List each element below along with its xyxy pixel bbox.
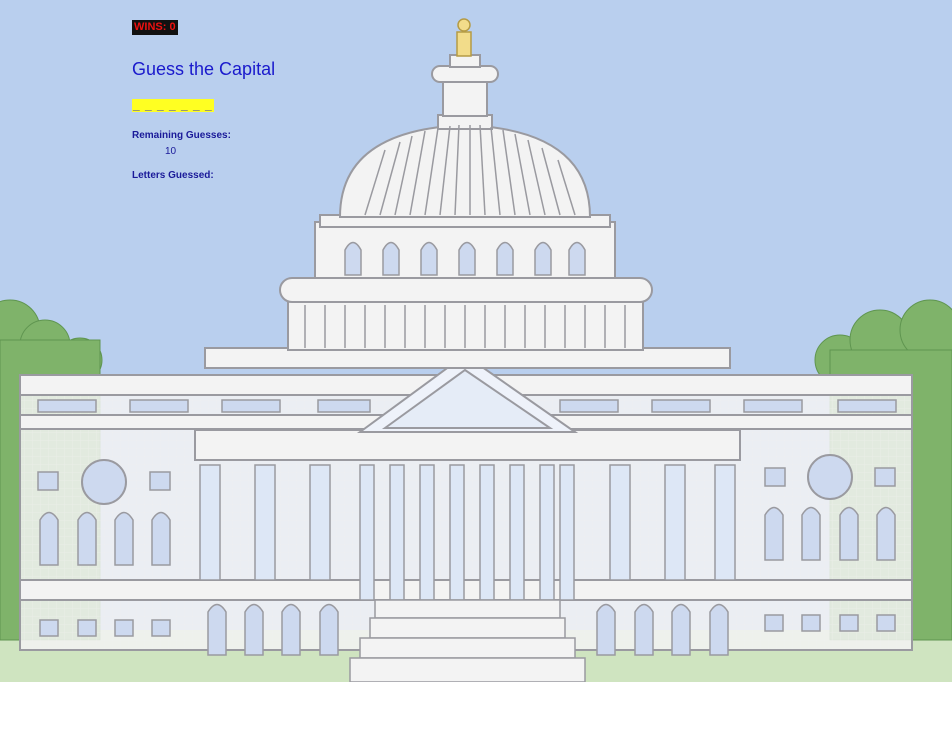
remaining-guesses-label: Remaining Guesses: <box>132 130 231 141</box>
remaining-guesses-value: 10 <box>165 146 177 157</box>
letters-guessed-label: Letters Guessed: <box>132 170 214 181</box>
wins-counter-wrap: WINS: 0 <box>132 15 178 35</box>
wins-counter: WINS: 0 <box>132 20 178 35</box>
word-blanks: _ _ _ _ _ _ _ <box>132 98 214 112</box>
game-title: Guess the Capital <box>132 59 276 79</box>
